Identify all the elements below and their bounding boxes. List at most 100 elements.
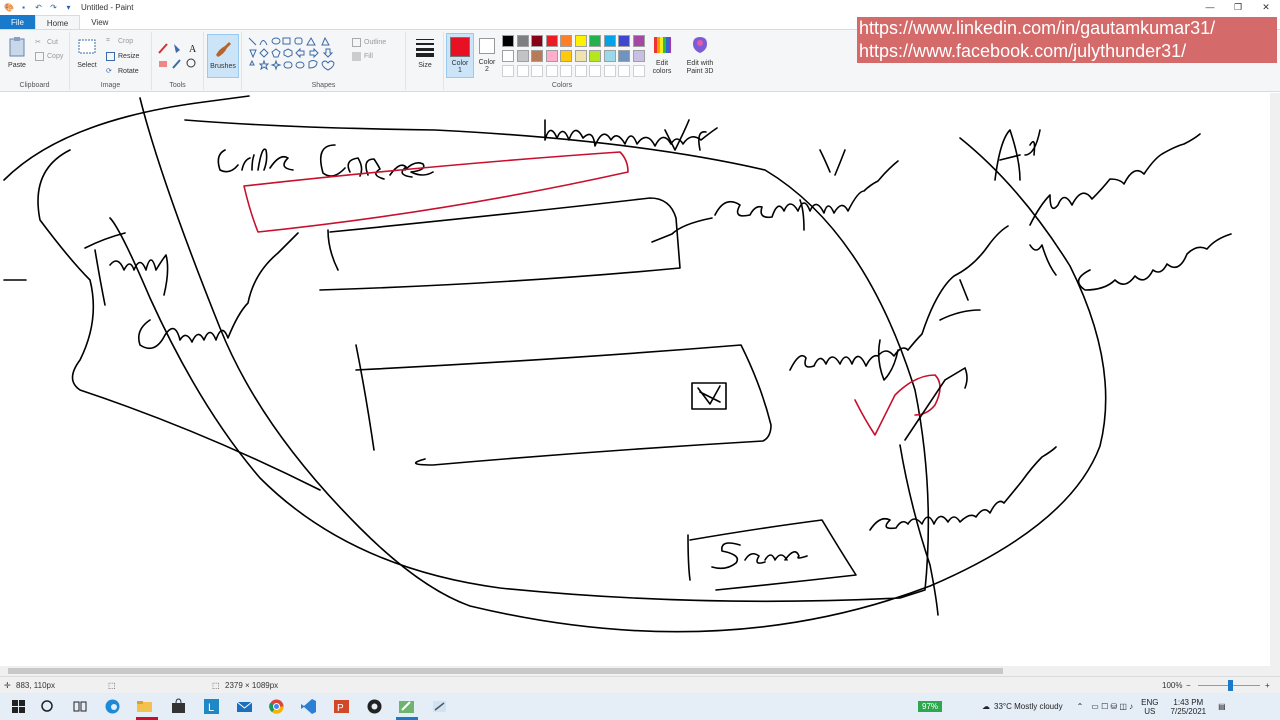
redo-icon[interactable]: ↷ <box>49 3 58 12</box>
zoom-slider-thumb[interactable] <box>1228 680 1233 691</box>
fill-icon[interactable] <box>174 44 180 53</box>
palette-swatch[interactable] <box>516 50 529 62</box>
select-button[interactable]: Select <box>74 36 100 69</box>
size-button[interactable]: Size <box>410 36 440 69</box>
palette-swatch[interactable] <box>589 65 601 77</box>
palette-swatch[interactable] <box>560 65 572 77</box>
linkedin-url[interactable]: https://www.linkedin.com/in/gautamkumar3… <box>859 17 1277 40</box>
cut-button[interactable]: ✂ Cut <box>35 36 58 49</box>
palette-swatch[interactable] <box>545 65 558 77</box>
paste-button[interactable]: Paste <box>4 36 30 69</box>
palette-swatch[interactable] <box>618 50 630 62</box>
palette-swatch[interactable] <box>560 50 572 62</box>
vertical-scrollbar[interactable] <box>1270 93 1280 666</box>
horizontal-scroll-thumb[interactable] <box>8 668 1003 674</box>
facebook-url[interactable]: https://www.facebook.com/julythunder31/ <box>859 40 1277 63</box>
powerpoint-icon[interactable]: P <box>333 698 350 715</box>
notifications-icon[interactable]: ▤ <box>1218 702 1226 711</box>
obs-icon[interactable] <box>366 698 383 715</box>
zoom-out-icon[interactable]: − <box>1186 681 1191 690</box>
windows-taskbar: L P 97% ☁ 33°C Mostly cloudy ⌃ ▭ ☐ ⛁ ◫ ♪… <box>0 693 1280 720</box>
crop-button[interactable]: ⌗ Crop <box>106 35 133 48</box>
palette-swatch[interactable] <box>574 35 587 47</box>
palette-swatch[interactable] <box>545 50 558 62</box>
palette-swatch[interactable] <box>589 35 601 47</box>
task-view-icon[interactable] <box>71 698 88 715</box>
palette-swatch[interactable] <box>574 50 587 62</box>
paint-taskbar-icon[interactable] <box>398 698 415 715</box>
palette-swatch[interactable] <box>603 65 616 77</box>
palette-swatch[interactable] <box>502 35 514 47</box>
outline-button[interactable]: Outline <box>352 36 386 49</box>
tab-file[interactable]: File <box>0 15 35 29</box>
paint-alt-icon[interactable] <box>431 698 448 715</box>
palette-swatch[interactable] <box>545 35 558 47</box>
tray-chevron-icon[interactable]: ⌃ <box>1077 702 1084 711</box>
palette-swatch[interactable] <box>531 50 543 62</box>
palette-swatch[interactable] <box>574 65 587 77</box>
l-app-icon[interactable]: L <box>203 698 220 715</box>
palette-swatch[interactable] <box>589 50 601 62</box>
social-links-overlay: https://www.linkedin.com/in/gautamkumar3… <box>857 17 1277 63</box>
tray-app-icons[interactable]: ▭ ☐ ⛁ ◫ ♪ <box>1091 702 1133 711</box>
minimize-button[interactable]: — <box>1196 0 1224 15</box>
undo-icon[interactable]: ↶ <box>34 3 43 12</box>
palette-swatch[interactable] <box>618 65 630 77</box>
eraser-icon[interactable] <box>159 61 167 67</box>
palette-swatch[interactable] <box>560 35 572 47</box>
drawing-canvas[interactable] <box>0 93 1280 666</box>
shapes-gallery[interactable] <box>247 36 347 74</box>
palette-swatch[interactable] <box>603 35 616 47</box>
chrome-icon[interactable] <box>268 698 285 715</box>
magnifier-icon[interactable] <box>186 58 196 68</box>
copy-button[interactable]: Copy <box>35 50 63 63</box>
search-icon[interactable] <box>39 698 56 715</box>
horizontal-scrollbar[interactable] <box>0 666 1280 676</box>
weather-text[interactable]: 33°C Mostly cloudy <box>994 702 1063 711</box>
text-icon[interactable]: A <box>189 44 197 55</box>
palette-swatch[interactable] <box>632 65 645 77</box>
file-explorer-icon[interactable] <box>136 698 153 715</box>
palette-swatch[interactable] <box>502 65 514 77</box>
palette-swatch[interactable] <box>632 50 645 62</box>
palette-swatch[interactable] <box>531 35 543 47</box>
edge-icon[interactable] <box>104 698 121 715</box>
save-icon[interactable]: ▪ <box>19 3 28 12</box>
color1-button[interactable]: Color 1 <box>446 33 474 78</box>
store-icon[interactable] <box>170 698 187 715</box>
fill-button[interactable]: Fill <box>352 50 373 63</box>
outline-icon <box>352 38 361 47</box>
pencil-icon[interactable] <box>158 43 168 54</box>
palette-swatch[interactable] <box>516 65 529 77</box>
palette-swatch[interactable] <box>531 65 543 77</box>
rotate-button[interactable]: ⟳ Rotate <box>106 65 139 78</box>
color-picker-icon[interactable] <box>172 59 181 69</box>
brushes-button[interactable]: Brushes <box>207 34 239 78</box>
tab-home[interactable]: Home <box>34 15 81 29</box>
palette-swatch[interactable] <box>502 50 514 62</box>
maximize-button[interactable]: ❐ <box>1224 0 1252 15</box>
tab-view[interactable]: View <box>80 15 119 29</box>
close-button[interactable]: ✕ <box>1252 0 1280 15</box>
color2-swatch <box>479 38 495 54</box>
palette-swatch[interactable] <box>632 35 645 47</box>
edit-paint3d-button[interactable]: Edit with Paint 3D <box>682 34 718 76</box>
battery-percent[interactable]: 97% <box>918 701 943 712</box>
palette-swatch[interactable] <box>603 50 616 62</box>
zoom-in-icon[interactable]: + <box>1265 681 1270 690</box>
windows-start-icon[interactable] <box>10 698 27 715</box>
palette-swatch[interactable] <box>618 35 630 47</box>
vscode-icon[interactable] <box>300 698 317 715</box>
tools-group: A Tools <box>152 32 204 90</box>
language-indicator[interactable]: ENG US <box>1141 698 1158 716</box>
paint-app-icon: 🎨 <box>4 3 14 12</box>
customize-dropdown-icon[interactable]: ▾ <box>64 3 73 12</box>
image-group: Select ⌗ Crop Resize ⟳ Rotate Image <box>70 32 152 90</box>
mail-icon[interactable] <box>236 698 253 715</box>
palette-swatch[interactable] <box>516 35 529 47</box>
shapes-group: Outline Fill Shapes <box>242 32 406 90</box>
edit-colors-button[interactable]: Edit colors <box>648 34 676 76</box>
clock[interactable]: 1:43 PM 7/25/2021 <box>1171 698 1207 716</box>
resize-button[interactable]: Resize <box>106 50 139 63</box>
color2-button[interactable]: Color 2 <box>476 33 498 78</box>
